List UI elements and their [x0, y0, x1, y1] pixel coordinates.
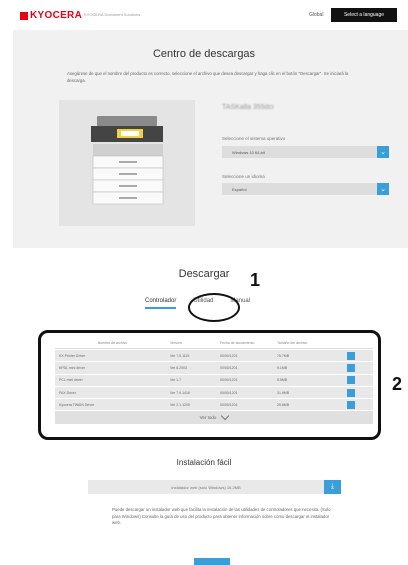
annotation-1: 1 [250, 270, 261, 290]
download-center-title: Centro de descargas [152, 48, 256, 60]
os-dropdown-button[interactable]: ⌄ [377, 146, 389, 158]
downloads-title: Descargar [178, 268, 230, 280]
language-select[interactable]: Español [222, 183, 377, 195]
product-image [59, 100, 195, 226]
product-name: TASKalfa 355dci [222, 104, 274, 111]
tab-controlador[interactable]: Controlador [145, 298, 177, 309]
kyocera-logo-icon [20, 11, 28, 20]
web-installer-download-button[interactable]: ⤓ [324, 480, 341, 494]
logo-text: KYOCERA [30, 10, 83, 21]
chevron-down-icon: ⌄ [380, 186, 386, 193]
global-link[interactable]: Global [309, 12, 323, 18]
easy-install-title: Instalación fácil [176, 458, 232, 467]
page: KYOCERA KYOCERA Document Solutions Globa… [0, 0, 408, 565]
web-installer-bar: Instalador web (solo Windows) 16.2MB [88, 480, 324, 494]
bottom-button[interactable] [194, 558, 230, 565]
header: KYOCERA KYOCERA Document Solutions Globa… [0, 0, 408, 30]
easy-install-description: Puede descargar un instalador web que fa… [112, 507, 331, 525]
os-select[interactable]: Windows 10 64-bit [222, 146, 377, 158]
language-label: Seleccione un idioma [222, 174, 265, 179]
select-language-button[interactable]: Select a language [331, 8, 397, 22]
download-center-description: Asegúrese de que el nombre del producto … [67, 71, 349, 83]
printer-icon [81, 110, 167, 208]
kyocera-logo[interactable]: KYOCERA [20, 10, 82, 21]
language-dropdown-button[interactable]: ⌄ [377, 183, 389, 195]
logo-subtitle: KYOCERA Document Solutions [84, 12, 141, 17]
annotation-rectangle [38, 330, 381, 440]
annotation-2: 2 [392, 374, 403, 394]
annotation-oval [188, 293, 240, 322]
os-label: Seleccione el sistema operativo [222, 136, 286, 141]
download-icon: ⤓ [330, 483, 335, 490]
chevron-down-icon: ⌄ [380, 149, 386, 156]
